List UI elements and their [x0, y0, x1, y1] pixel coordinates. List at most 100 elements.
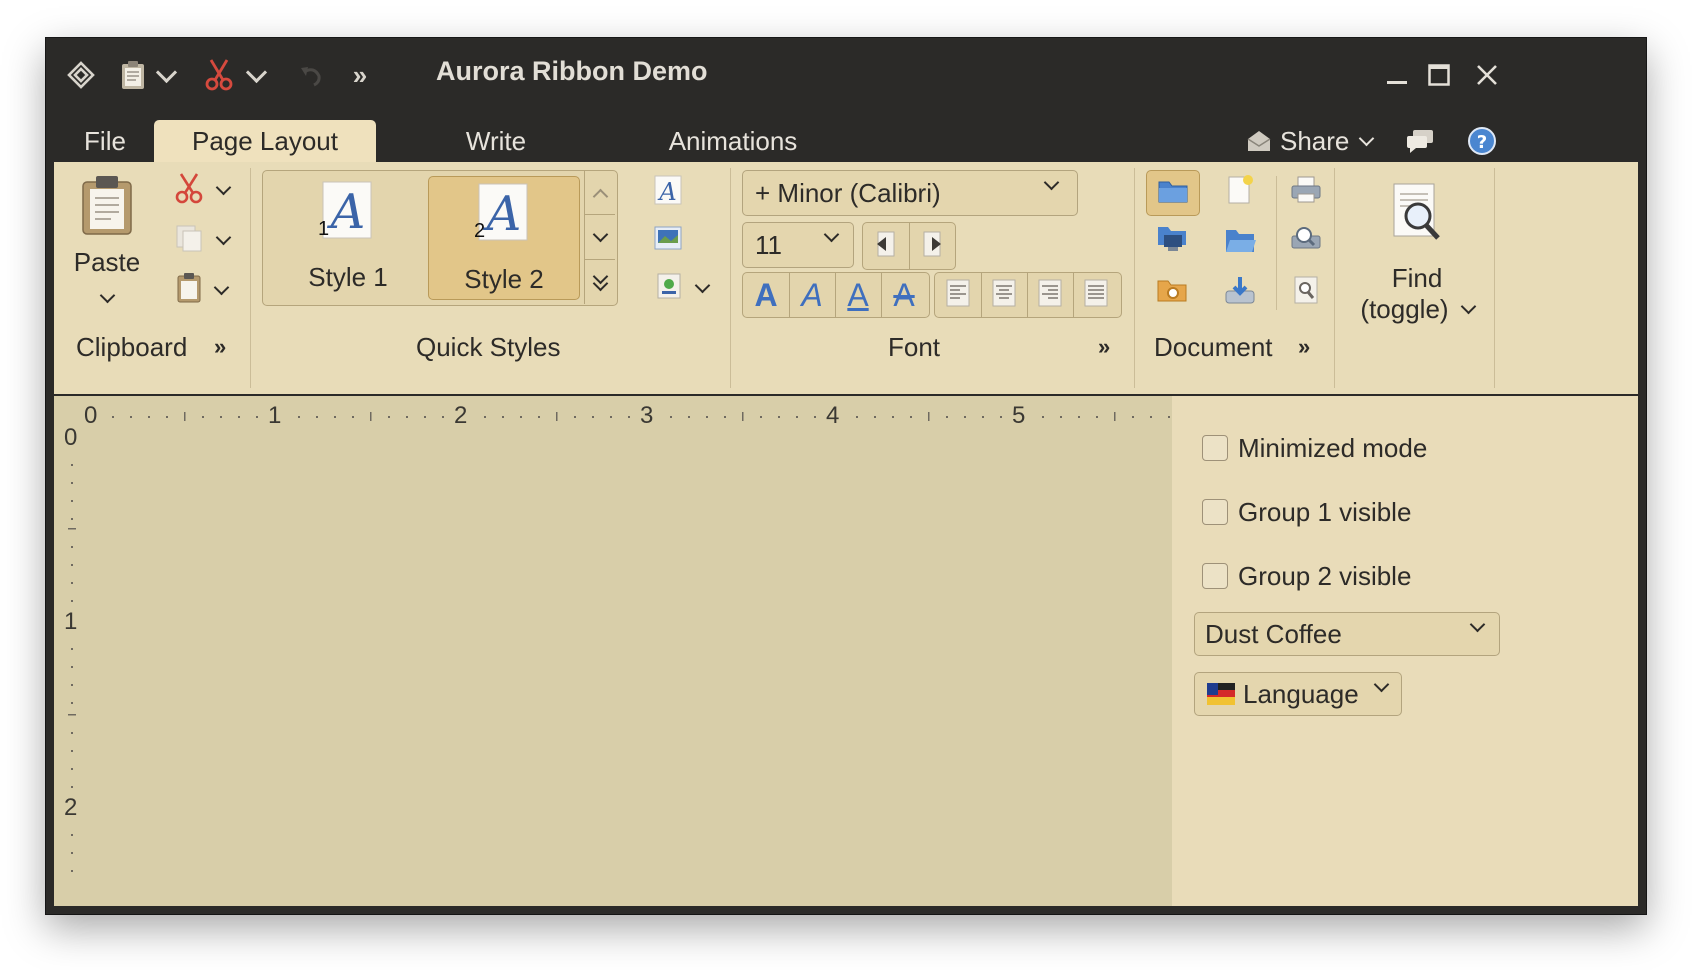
increase-indent-button[interactable]: [909, 223, 955, 269]
group-1-visible-checkbox[interactable]: [1202, 499, 1228, 525]
align-center-button[interactable]: [981, 273, 1028, 317]
svg-text:?: ?: [1477, 132, 1487, 153]
style-1-icon: A 1: [318, 180, 376, 242]
search-folder-icon: [1156, 277, 1188, 308]
copy-button[interactable]: [166, 220, 236, 260]
window-title: Aurora Ribbon Demo: [436, 56, 708, 86]
group-separator: [1134, 168, 1135, 388]
paste-dropdown-chevron-icon[interactable]: [154, 58, 178, 92]
paste-small-icon: [176, 272, 202, 309]
find-label-line2-row: (toggle): [1360, 294, 1476, 325]
text-style-button[interactable]: A: [646, 172, 690, 212]
group-separator: [1494, 168, 1495, 388]
open-document-button[interactable]: [1214, 220, 1266, 264]
properties-button[interactable]: [1280, 270, 1332, 314]
share-button[interactable]: Share: [1246, 120, 1392, 162]
close-icon[interactable]: [1470, 58, 1504, 92]
text-style-strip: A A A A: [742, 272, 930, 318]
style-2-label: Style 2: [464, 263, 544, 294]
minimized-mode-label: Minimized mode: [1238, 432, 1428, 463]
bold-glyph: A: [754, 276, 778, 313]
style-2-button[interactable]: A 2 Style 2: [428, 176, 580, 300]
open-folder-button[interactable]: [1146, 170, 1200, 216]
cut-small-icon: [174, 172, 204, 209]
shape-chevron-icon: [694, 277, 710, 293]
italic-button[interactable]: A: [789, 273, 836, 317]
align-left-button[interactable]: [935, 273, 982, 317]
app-menu-icon[interactable]: [64, 58, 98, 92]
workspace: 0 1 2 3 4 5 0 1 2 Minimized mode Group 1…: [54, 396, 1638, 906]
undo-icon[interactable]: [294, 58, 328, 92]
align-justify-icon: [1084, 279, 1108, 312]
help-icon[interactable]: ?: [1462, 120, 1502, 162]
font-group-label: Font: [888, 332, 941, 362]
align-left-icon: [946, 279, 970, 312]
tab-page-layout[interactable]: Page Layout: [154, 120, 376, 162]
minimized-mode-checkbox[interactable]: [1202, 435, 1228, 461]
language-combo[interactable]: Language: [1194, 672, 1402, 716]
font-size-chevron-icon: [823, 226, 840, 243]
align-right-button[interactable]: [1027, 273, 1074, 317]
text-style-icon: A: [653, 174, 683, 211]
paste-special-button[interactable]: [166, 270, 236, 310]
group-2-visible-option[interactable]: Group 2 visible: [1202, 560, 1411, 592]
document-canvas[interactable]: 0 1 2 3 4 5 0 1 2: [54, 396, 1172, 906]
group-1-visible-label: Group 1 visible: [1238, 496, 1412, 527]
v-ruler-label: 0: [64, 424, 78, 451]
minimized-mode-option[interactable]: Minimized mode: [1202, 432, 1427, 464]
gallery-scroll-down[interactable]: [585, 214, 615, 260]
cut-chevron-icon: [215, 179, 231, 195]
new-document-icon: [1226, 174, 1254, 211]
skin-combo[interactable]: Dust Coffee: [1194, 612, 1500, 656]
copy-chevron-icon: [215, 229, 231, 245]
print-button[interactable]: [1280, 170, 1332, 214]
new-document-button[interactable]: [1214, 170, 1266, 214]
shape-button[interactable]: [646, 268, 716, 308]
clipboard-launcher[interactable]: »: [214, 334, 226, 360]
minimize-icon[interactable]: [1380, 58, 1414, 92]
tab-file[interactable]: File: [68, 120, 142, 162]
gallery-expand[interactable]: [585, 258, 615, 302]
style-1-button[interactable]: A 1 Style 1: [278, 176, 418, 296]
print-preview-button[interactable]: [1280, 220, 1332, 264]
cut-icon[interactable]: [202, 58, 236, 92]
gallery-scroll-up[interactable]: [585, 170, 615, 214]
skin-chevron-icon: [1469, 616, 1486, 633]
document-launcher[interactable]: »: [1298, 334, 1310, 360]
underline-button[interactable]: A: [835, 273, 882, 317]
group-separator: [730, 168, 731, 388]
folder-icon: [1157, 178, 1189, 209]
chevron-up-icon: [592, 188, 608, 204]
paste-button[interactable]: Paste: [64, 168, 150, 318]
align-justify-button[interactable]: [1073, 273, 1119, 317]
chat-icon[interactable]: [1400, 120, 1440, 162]
tab-write[interactable]: Write: [436, 120, 556, 162]
share-icon: [1246, 129, 1272, 153]
font-family-combo[interactable]: + Minor (Calibri): [742, 170, 1078, 216]
cut-dropdown-chevron-icon[interactable]: [244, 58, 268, 92]
font-family-chevron-icon: [1043, 174, 1060, 191]
desktop-button[interactable]: [1146, 220, 1198, 264]
save-document-button[interactable]: [1214, 270, 1266, 314]
print-preview-icon: [1290, 225, 1322, 260]
font-size-combo[interactable]: 11: [742, 222, 854, 268]
find-toggle-button[interactable]: Find (toggle): [1344, 182, 1490, 352]
bold-button[interactable]: A: [743, 273, 790, 317]
maximize-icon[interactable]: [1422, 58, 1456, 92]
tab-animations[interactable]: Animations: [640, 120, 826, 162]
decrease-indent-button[interactable]: [863, 223, 910, 269]
style-1-glyph: A: [327, 184, 366, 240]
cut-button[interactable]: [166, 170, 236, 210]
group-2-visible-checkbox[interactable]: [1202, 563, 1228, 589]
search-folder-button[interactable]: [1146, 270, 1198, 314]
quick-access-overflow[interactable]: »: [346, 58, 374, 92]
v-ruler-label: 2: [64, 794, 78, 821]
group-1-visible-option[interactable]: Group 1 visible: [1202, 496, 1411, 528]
font-launcher[interactable]: »: [1098, 334, 1110, 360]
properties-icon: [1292, 275, 1320, 310]
picture-button[interactable]: [646, 220, 690, 260]
paste-icon[interactable]: [116, 58, 150, 92]
group-2-visible-label: Group 2 visible: [1238, 560, 1412, 591]
app-window: » Aurora Ribbon Demo File Page Layout Wr…: [46, 38, 1646, 914]
strikethrough-button[interactable]: A: [881, 273, 927, 317]
